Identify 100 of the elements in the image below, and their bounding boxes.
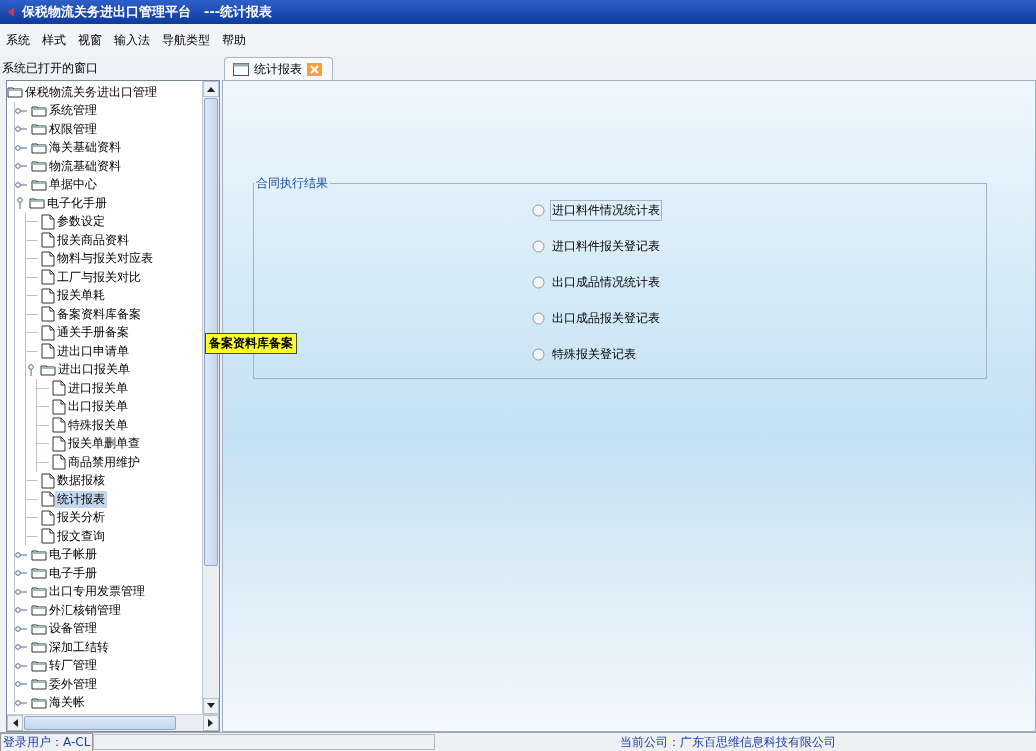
tree-item[interactable]: 报关单删单查 [66,435,142,453]
tree-item[interactable]: 备案资料库备案 [55,305,143,323]
close-icon[interactable] [307,62,322,76]
tree-item[interactable]: 报文查询 [55,527,107,545]
radio-label[interactable]: 特殊报关登记表 [550,343,638,365]
document-icon [41,491,55,508]
tree-item[interactable]: 报关分析 [55,509,107,527]
tree-item[interactable]: 权限管理 [47,120,99,138]
tree-item[interactable]: 报关商品资料 [55,231,131,249]
tree-item[interactable]: 出口专用发票管理 [47,583,147,601]
collapsed-handle-icon[interactable] [15,680,27,689]
tab[interactable]: 统计报表 [224,57,333,80]
radio-button[interactable] [532,203,545,217]
radio-label[interactable]: 进口料件报关登记表 [550,235,662,257]
tree-item[interactable]: 进口报关单 [66,379,130,397]
radio-button[interactable] [532,347,545,361]
tree-item[interactable]: 单据中心 [47,176,99,194]
scroll-thumb[interactable] [24,716,176,730]
document-icon [41,213,55,230]
tree-item[interactable]: 保税物流关务进出口管理 [23,83,159,101]
tree-item[interactable]: 电子手册 [47,564,99,582]
collapsed-handle-icon[interactable] [15,624,27,633]
radio-button[interactable] [532,239,545,253]
scroll-up-button[interactable] [203,81,219,97]
tree-item[interactable]: 物流基础资料 [47,157,123,175]
tree-item[interactable]: 进出口申请单 [55,342,131,360]
tree-item[interactable]: 转厂管理 [47,657,99,675]
radio-label[interactable]: 出口成品情况统计表 [550,271,662,293]
menu-item[interactable]: 视窗 [78,31,102,49]
tree-item[interactable]: 进出口报关单 [56,361,132,379]
collapsed-handle-icon[interactable] [15,606,27,615]
radio-label[interactable]: 出口成品报关登记表 [550,307,662,329]
down-arrow-icon[interactable] [207,703,215,709]
tree-item[interactable]: 出口报关单 [66,398,130,416]
collapsed-handle-icon[interactable] [15,643,27,652]
tree-item[interactable]: 参数设定 [55,213,107,231]
folder-icon [40,363,56,376]
radio-label[interactable]: 进口料件情况统计表 [550,199,662,221]
collapsed-handle-icon[interactable] [15,550,27,559]
menu-item[interactable]: 输入法 [114,31,150,49]
collapsed-handle-icon[interactable] [15,180,27,189]
expanded-handle-icon[interactable] [15,197,25,210]
tree-item[interactable]: 通关手册备案 [55,324,131,342]
collapsed-handle-icon[interactable] [15,106,27,115]
collapsed-handle-icon[interactable] [15,587,27,596]
document-icon [41,509,55,526]
document-icon [52,380,66,397]
collapsed-handle-icon[interactable] [15,698,27,707]
document-icon [41,250,55,267]
current-company: 当前公司：广东百思维信息科技有限公司 [620,733,837,751]
tree-item[interactable]: 电子化手册 [45,194,109,212]
folder-icon [31,585,47,598]
tree-item[interactable]: 商品禁用维护 [66,453,142,471]
document-icon [52,417,66,434]
menu-item[interactable]: 系统 [6,31,30,49]
document-icon [52,435,66,452]
document-icon [41,287,55,304]
tree-item[interactable]: 报关单耗 [55,287,107,305]
scroll-left-button[interactable] [7,715,23,731]
tree-item[interactable]: 数据报核 [55,472,107,490]
tree-item[interactable]: 电子帐册 [47,546,99,564]
radio-button[interactable] [532,311,545,325]
collapsed-handle-icon[interactable] [15,143,27,152]
folder-icon [31,567,47,580]
folder-icon [31,178,47,191]
folder-icon [31,604,47,617]
tree-item[interactable]: 特殊报关单 [66,416,130,434]
horizontal-scrollbar[interactable] [7,714,219,731]
menu-item[interactable]: 导航类型 [162,31,210,49]
tree-item[interactable]: 委外管理 [47,675,99,693]
tree-item[interactable]: 系统管理 [47,102,99,120]
tree-item[interactable]: 海关帐 [47,694,87,712]
up-arrow-icon[interactable] [207,86,215,92]
tree-item[interactable]: 工厂与报关对比 [55,268,143,286]
tree-item[interactable]: 深加工结转 [47,638,111,656]
left-arrow-icon[interactable] [12,719,18,727]
document-icon [41,324,55,341]
collapsed-handle-icon[interactable] [15,569,27,578]
scroll-down-button[interactable] [203,698,219,714]
collapsed-handle-icon[interactable] [15,661,27,670]
collapsed-handle-icon[interactable] [15,162,27,171]
folder-icon [31,641,47,654]
tree-item[interactable]: 外汇核销管理 [47,601,123,619]
login-user: 登录用户：A-CL [0,732,94,751]
folder-icon [31,696,47,709]
collapsed-handle-icon[interactable] [15,125,27,134]
folder-icon [31,659,47,672]
window-icon [233,62,249,76]
tree-item[interactable]: 设备管理 [47,620,99,638]
tree-item[interactable]: 统计报表 [55,490,107,508]
scroll-right-button[interactable] [203,715,219,731]
tree-item[interactable]: 海关基础资料 [47,139,123,157]
radio-button[interactable] [532,275,545,289]
window-title: 保税物流关务进出口管理平台 ---统计报表 [22,3,273,21]
menu-item[interactable]: 样式 [42,31,66,49]
expanded-handle-icon[interactable] [26,363,36,376]
tree-item[interactable]: 物料与报关对应表 [55,250,155,268]
right-arrow-icon[interactable] [208,719,214,727]
menu-item[interactable]: 帮助 [222,31,246,49]
app-logo-icon [6,6,16,18]
